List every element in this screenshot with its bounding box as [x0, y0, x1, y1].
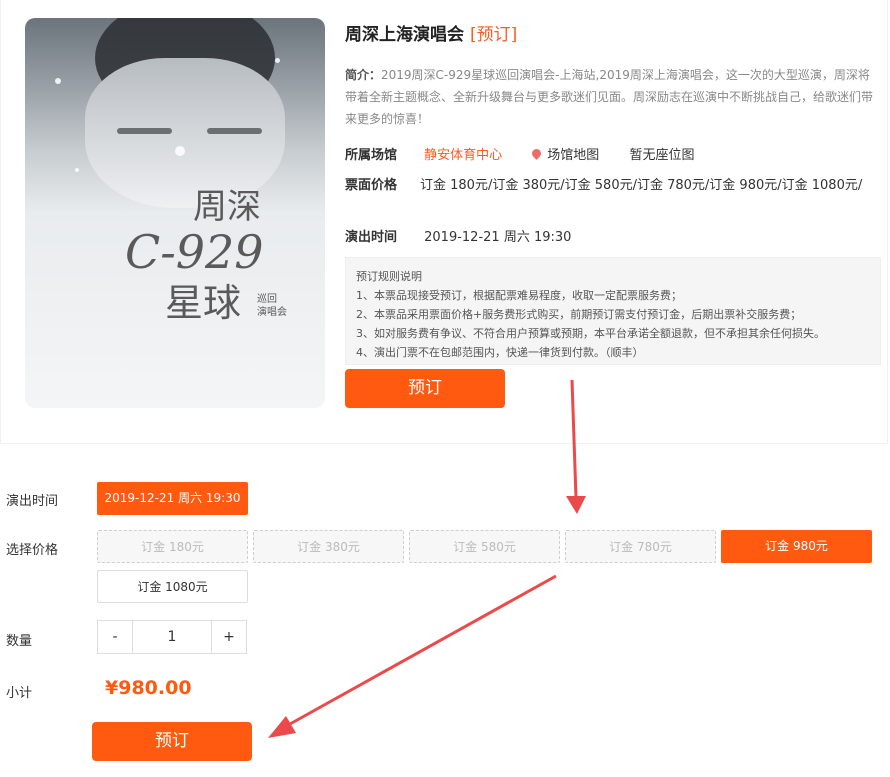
event-poster: 周深 C-929 星球 巡回 演唱会 [25, 18, 325, 408]
event-title: 周深上海演唱会 [345, 25, 464, 45]
venue-label: 所属场馆 [345, 148, 398, 163]
poster-eye-right [207, 128, 262, 134]
arrow-head-diagonal [268, 716, 296, 738]
price-option-380[interactable]: 订金 380元 [253, 530, 404, 563]
snowflake [55, 78, 61, 84]
poster-logo-art: 周深 C-929 星球 巡回 演唱会 [125, 187, 287, 325]
quantity-plus-button[interactable]: + [212, 621, 246, 653]
price-list: 订金 180元/订金 380元/订金 580元/订金 780元/订金 980元/… [420, 178, 863, 193]
venue-map-link[interactable]: 场馆地图 [547, 148, 599, 163]
show-time-label: 演出时间 [6, 494, 59, 509]
time-value: 2019-12-21 周六 19:30 [424, 230, 572, 245]
poster-line1: 周深 [193, 187, 261, 227]
rule-item: 4、演出门票不在包邮范围内，快递一律货到付款。（顺丰） [356, 346, 644, 359]
price-option-780[interactable]: 订金 780元 [565, 530, 716, 563]
quantity-input[interactable]: 1 [132, 621, 212, 653]
map-pin-icon [530, 147, 544, 160]
poster-line3: 星球 [165, 281, 241, 325]
rule-item: 2、本票品采用票面价格+服务费形式购买，前期预订需支付预订金，后期出票补交服务费… [356, 308, 802, 321]
event-info-panel: 周深 C-929 星球 巡回 演唱会 周深上海演唱会 [预订] 简介：2019周深… [0, 0, 888, 444]
event-title-tag: [预订] [470, 25, 518, 45]
poster-eye-left [117, 128, 172, 134]
subtotal-value: ¥980.00 [105, 677, 192, 699]
price-label: 票面价格 [345, 178, 398, 193]
book-button-top[interactable]: 预订 [345, 369, 505, 408]
intro-text: 2019周深C-929星球巡回演唱会-上海站,2019周深上海演唱会，这一次的大… [345, 68, 874, 126]
snowflake [175, 146, 185, 156]
poster-sub1: 巡回 [257, 293, 277, 305]
subtotal-label: 小计 [6, 686, 33, 701]
price-row: 票面价格 订金 180元/订金 380元/订金 580元/订金 780元/订金 9… [345, 176, 875, 196]
poster-line2: C-929 [125, 225, 264, 279]
booking-rules: 预订规则说明 1、本票品现接受预订，根据配票难易程度，收取一定配票服务费； 2、… [345, 257, 881, 365]
rule-item: 3、如对服务费有争议、不符合用户预算或预期，本平台承诺全额退款，但不承担其余任何… [356, 327, 825, 340]
rule-item: 1、本票品现接受预订，根据配票难易程度，收取一定配票服务费； [356, 289, 682, 302]
event-intro: 简介：2019周深C-929星球巡回演唱会-上海站,2019周深上海演唱会，这一… [345, 64, 881, 130]
time-row: 演出时间 2019-12-21 周六 19:30 [345, 226, 571, 245]
arrow-head-down [566, 496, 586, 514]
select-price-label: 选择价格 [6, 543, 59, 558]
time-label: 演出时间 [345, 230, 398, 245]
price-option-980[interactable]: 订金 980元 [721, 530, 872, 563]
book-button-bottom[interactable]: 预订 [92, 722, 252, 761]
show-time-option[interactable]: 2019-12-21 周六 19:30 [97, 482, 248, 515]
page-title: 周深上海演唱会 [预订] [345, 20, 517, 45]
snowflake [275, 58, 280, 63]
intro-label: 简介： [345, 68, 382, 82]
arrow-line-diagonal [289, 574, 557, 726]
snowflake [75, 168, 79, 172]
rules-title: 预订规则说明 [356, 270, 422, 283]
quantity-label: 数量 [6, 634, 33, 649]
venue-link[interactable]: 静安体育中心 [424, 148, 502, 163]
price-option-1080[interactable]: 订金 1080元 [97, 570, 248, 603]
seat-map-text: 暂无座位图 [629, 148, 695, 163]
price-option-180[interactable]: 订金 180元 [97, 530, 248, 563]
poster-sub2: 演唱会 [257, 305, 287, 318]
venue-row: 所属场馆 静安体育中心 场馆地图 暂无座位图 [345, 144, 694, 163]
price-option-580[interactable]: 订金 580元 [409, 530, 560, 563]
quantity-stepper: - 1 + [97, 620, 247, 654]
quantity-minus-button[interactable]: - [98, 621, 132, 653]
